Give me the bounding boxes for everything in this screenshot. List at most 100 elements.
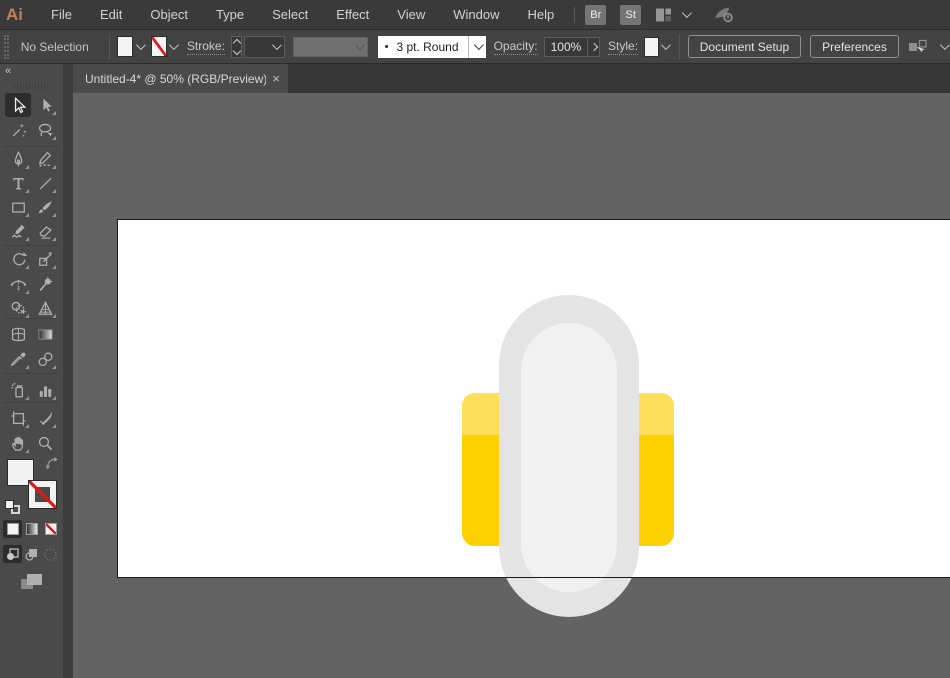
bridge-button[interactable]: Br bbox=[585, 5, 606, 25]
fill-color-swatch[interactable] bbox=[117, 36, 133, 57]
menu-item-view[interactable]: View bbox=[383, 0, 439, 30]
tool-artboard[interactable] bbox=[5, 406, 31, 430]
opacity-expand-icon[interactable] bbox=[588, 37, 600, 57]
brush-preview-icon: • bbox=[385, 41, 389, 53]
tool-eraser[interactable] bbox=[32, 219, 58, 243]
swap-fill-stroke-icon[interactable] bbox=[45, 456, 60, 471]
brush-definition-dropdown[interactable]: • 3 pt. Round bbox=[378, 36, 486, 58]
tool-group-divider bbox=[4, 373, 59, 374]
tool-pen[interactable] bbox=[5, 147, 31, 171]
tool-gradient[interactable] bbox=[32, 322, 58, 346]
color-button[interactable] bbox=[3, 520, 22, 538]
brush-chevron-icon[interactable] bbox=[468, 36, 486, 58]
tool-curvature[interactable] bbox=[32, 147, 58, 171]
select-similar-icon[interactable] bbox=[908, 39, 928, 55]
opacity-label[interactable]: Opacity: bbox=[494, 39, 538, 55]
tool-lasso[interactable] bbox=[32, 118, 58, 142]
tool-scale[interactable] bbox=[32, 247, 58, 271]
draw-inside-button[interactable] bbox=[41, 545, 60, 563]
tool-hand[interactable] bbox=[5, 431, 31, 455]
menu-items: FileEditObjectTypeSelectEffectViewWindow… bbox=[37, 0, 568, 30]
menu-item-file[interactable]: File bbox=[37, 0, 86, 30]
stock-button[interactable]: St bbox=[620, 5, 641, 25]
document-tab[interactable]: Untitled-4* @ 50% (RGB/Preview) × bbox=[73, 64, 288, 93]
brush-field[interactable]: • 3 pt. Round bbox=[378, 36, 468, 58]
divider bbox=[109, 34, 110, 60]
select-similar-chevron-icon[interactable] bbox=[938, 36, 950, 57]
tool-magic-wand[interactable] bbox=[5, 118, 31, 142]
tool-selection[interactable] bbox=[5, 93, 31, 117]
graphic-style-swatch[interactable] bbox=[644, 37, 659, 57]
control-bar: No Selection Stroke: • 3 pt. Round Opaci… bbox=[0, 30, 950, 64]
tool-line-segment[interactable] bbox=[32, 171, 58, 195]
divider bbox=[679, 34, 680, 60]
draw-behind-button[interactable] bbox=[22, 545, 41, 563]
menu-item-type[interactable]: Type bbox=[202, 0, 258, 30]
menu-item-select[interactable]: Select bbox=[258, 0, 322, 30]
tab-close-icon[interactable]: × bbox=[272, 72, 280, 85]
canvas-area[interactable] bbox=[73, 93, 950, 678]
tool-rectangle[interactable] bbox=[5, 195, 31, 219]
workspace-switcher-icon[interactable] bbox=[655, 7, 672, 23]
tool-puppet-warp[interactable] bbox=[32, 272, 58, 296]
document-setup-button[interactable]: Document Setup bbox=[688, 35, 801, 58]
tool-zoom[interactable] bbox=[32, 431, 58, 455]
menu-item-window[interactable]: Window bbox=[439, 0, 513, 30]
stroke-label[interactable]: Stroke: bbox=[187, 39, 225, 55]
tool-type[interactable] bbox=[5, 171, 31, 195]
tool-panel: « bbox=[0, 64, 63, 678]
screen-mode-icon[interactable] bbox=[20, 572, 44, 592]
brush-name: 3 pt. Round bbox=[396, 40, 458, 54]
app-logo: Ai bbox=[6, 5, 23, 25]
control-bar-grip[interactable] bbox=[4, 35, 9, 59]
none-diagonal bbox=[29, 481, 56, 508]
menu-item-help[interactable]: Help bbox=[513, 0, 568, 30]
menu-item-edit[interactable]: Edit bbox=[86, 0, 136, 30]
gradient-button[interactable] bbox=[22, 520, 41, 538]
draw-normal-button[interactable] bbox=[3, 545, 22, 563]
tool-rotate[interactable] bbox=[5, 247, 31, 271]
default-fill-stroke-icon[interactable] bbox=[5, 500, 20, 514]
tool-slice[interactable] bbox=[32, 406, 58, 430]
drawing-mode-row bbox=[3, 545, 60, 563]
tool-perspective-grid[interactable] bbox=[32, 296, 58, 320]
stroke-color-chevron-icon[interactable] bbox=[167, 36, 179, 57]
document-tab-bar: Untitled-4* @ 50% (RGB/Preview) × bbox=[73, 64, 950, 93]
none-button[interactable] bbox=[41, 520, 60, 538]
tool-column-graph[interactable] bbox=[32, 378, 58, 402]
tool-group-divider bbox=[4, 245, 59, 246]
stroke-weight-dropdown[interactable] bbox=[244, 36, 285, 58]
tool-eyedropper[interactable] bbox=[5, 347, 31, 371]
menu-item-object[interactable]: Object bbox=[136, 0, 202, 30]
tool-group-divider bbox=[4, 318, 59, 319]
opacity-field[interactable]: 100% bbox=[544, 37, 589, 57]
menubar-divider bbox=[574, 7, 575, 23]
document-tab-title: Untitled-4* @ 50% (RGB/Preview) bbox=[85, 72, 266, 86]
style-label[interactable]: Style: bbox=[608, 39, 638, 55]
collapse-panel-icon[interactable]: « bbox=[5, 65, 10, 77]
style-chevron-icon[interactable] bbox=[659, 36, 671, 57]
dock-edge bbox=[63, 64, 73, 678]
tool-mesh[interactable] bbox=[5, 322, 31, 346]
fill-color-chevron-icon[interactable] bbox=[133, 36, 145, 57]
artwork-capsule-inner[interactable] bbox=[521, 323, 617, 592]
tool-paintbrush[interactable] bbox=[32, 195, 58, 219]
width-profile-dropdown bbox=[293, 37, 368, 57]
tool-symbol-sprayer[interactable] bbox=[5, 378, 31, 402]
tool-shaper[interactable] bbox=[5, 219, 31, 243]
tool-panel-grip[interactable] bbox=[14, 84, 48, 89]
workspace-chevron-icon[interactable] bbox=[682, 11, 689, 18]
menu-item-effect[interactable]: Effect bbox=[322, 0, 383, 30]
stroke-indicator[interactable] bbox=[29, 481, 56, 508]
tool-blend[interactable] bbox=[32, 347, 58, 371]
preferences-button[interactable]: Preferences bbox=[810, 35, 899, 58]
gpu-performance-icon[interactable] bbox=[713, 5, 735, 24]
selection-status: No Selection bbox=[21, 40, 89, 54]
stroke-weight-stepper[interactable] bbox=[231, 36, 242, 58]
color-type-row bbox=[3, 520, 60, 538]
tool-group-divider bbox=[4, 402, 59, 403]
tool-direct-selection[interactable] bbox=[32, 93, 58, 117]
tool-shape-builder[interactable] bbox=[5, 296, 31, 320]
stroke-color-swatch[interactable] bbox=[151, 36, 167, 57]
tool-width[interactable] bbox=[5, 272, 31, 296]
